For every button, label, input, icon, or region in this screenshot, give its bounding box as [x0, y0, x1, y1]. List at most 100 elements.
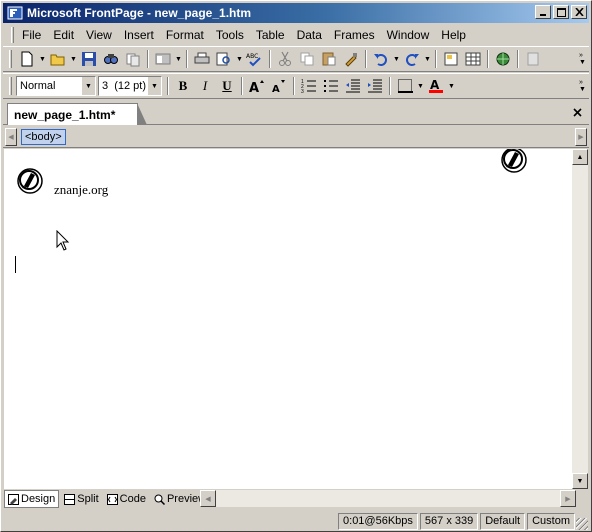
bold-button[interactable]: B — [172, 75, 194, 97]
tab-new-page-1[interactable]: new_page_1.htm* — [7, 103, 148, 125]
insert-table-icon — [465, 52, 481, 66]
menu-frames[interactable]: Frames — [328, 26, 381, 44]
title-bar[interactable]: Microsoft FrontPage - new_page_1.htm — [3, 3, 589, 23]
shrink-font-icon: A — [272, 80, 285, 94]
menu-window[interactable]: Window — [381, 26, 436, 44]
insert-component-button[interactable] — [440, 48, 462, 70]
resize-grip[interactable] — [576, 518, 588, 530]
cut-button[interactable] — [274, 48, 296, 70]
maximize-button[interactable] — [553, 5, 569, 19]
menu-format[interactable]: Format — [160, 26, 210, 44]
italic-button[interactable]: I — [194, 75, 216, 97]
menu-edit[interactable]: Edit — [47, 26, 80, 44]
tab-design[interactable]: Design — [4, 490, 60, 508]
menu-file[interactable]: File — [20, 26, 47, 44]
znanje-logo-image[interactable] — [14, 166, 46, 196]
editing-mode[interactable]: Default — [480, 512, 526, 530]
cut-icon — [279, 51, 291, 66]
increase-indent-button[interactable] — [364, 75, 386, 97]
menu-table[interactable]: Table — [250, 26, 291, 44]
borders-button[interactable] — [394, 75, 416, 97]
open-button[interactable] — [47, 48, 69, 70]
insert-table-button[interactable] — [462, 48, 484, 70]
chevron-down-icon[interactable]: ▼ — [148, 77, 161, 95]
download-time[interactable]: 0:01@56Kbps — [338, 512, 418, 530]
folder-list-button[interactable] — [152, 48, 174, 70]
save-button[interactable] — [78, 48, 100, 70]
copy-icon — [300, 52, 314, 66]
body-tag[interactable]: <body> — [21, 129, 66, 145]
search-button[interactable] — [100, 48, 122, 70]
font-color-dropdown[interactable]: ▼ — [447, 75, 456, 97]
menu-help[interactable]: Help — [435, 26, 472, 44]
scroll-down-button[interactable]: ▼ — [572, 473, 588, 489]
web-component-button[interactable] — [522, 48, 544, 70]
numbering-button[interactable]: 123 — [298, 75, 320, 97]
new-page-icon — [21, 51, 33, 67]
bullets-button[interactable] — [320, 75, 342, 97]
folder-list-dropdown[interactable]: ▼ — [174, 48, 183, 70]
undo-button[interactable] — [370, 48, 392, 70]
preview-dropdown[interactable]: ▼ — [235, 48, 244, 70]
page-dimensions[interactable]: 567 x 339 — [419, 512, 479, 530]
scroll-up-button[interactable]: ▲ — [572, 149, 588, 165]
open-dropdown[interactable]: ▼ — [69, 48, 78, 70]
menu-insert[interactable]: Insert — [118, 26, 160, 44]
print-button[interactable] — [191, 48, 213, 70]
tag-scroll-right-button[interactable]: ▶ — [575, 128, 587, 146]
spelling-button[interactable]: ABC — [244, 48, 266, 70]
menu-data[interactable]: Data — [291, 26, 328, 44]
font-color-button[interactable]: A — [425, 75, 447, 97]
new-page-button[interactable] — [16, 48, 38, 70]
redo-button[interactable] — [401, 48, 423, 70]
tab-design-label: Design — [21, 493, 56, 505]
new-page-dropdown[interactable]: ▼ — [38, 48, 47, 70]
toolbar-separator — [293, 77, 295, 95]
design-view-editor[interactable]: znanje.org — [4, 149, 572, 489]
close-document-button[interactable] — [569, 104, 585, 120]
decrease-indent-button[interactable] — [342, 75, 364, 97]
paste-button[interactable] — [318, 48, 340, 70]
grow-font-icon: A — [249, 80, 264, 94]
toolbar-options-button[interactable]: » ▼ — [578, 77, 587, 95]
copy-button[interactable] — [296, 48, 318, 70]
toolbar-separator — [517, 50, 519, 68]
tab-split[interactable]: Split — [61, 490, 101, 508]
page-layout[interactable]: Custom — [527, 512, 575, 530]
menu-tools[interactable]: Tools — [210, 26, 250, 44]
undo-dropdown[interactable]: ▼ — [392, 48, 401, 70]
publish-button[interactable] — [122, 48, 144, 70]
tag-scroll-left-button[interactable]: ◀ — [5, 128, 17, 146]
scroll-left-button[interactable]: ◀ — [200, 490, 216, 507]
underline-button[interactable]: U — [216, 75, 238, 97]
shrink-font-button[interactable]: A — [268, 75, 290, 97]
maximize-icon — [556, 7, 566, 17]
toolbar-options-button[interactable]: » ▼ — [578, 50, 587, 68]
close-window-button[interactable] — [571, 5, 587, 19]
tab-split-label: Split — [77, 493, 99, 505]
redo-dropdown[interactable]: ▼ — [423, 48, 432, 70]
menu-grip[interactable] — [11, 27, 14, 43]
toolbar-grip[interactable] — [9, 50, 12, 68]
undo-icon — [374, 54, 387, 66]
tab-code[interactable]: Code — [104, 490, 149, 508]
format-painter-button[interactable] — [340, 48, 362, 70]
grow-font-button[interactable]: A — [246, 75, 268, 97]
hyperlink-button[interactable] — [492, 48, 514, 70]
style-select[interactable]: Normal ▼ — [16, 76, 96, 96]
preview-button[interactable] — [213, 48, 235, 70]
font-size-select[interactable]: 3 (12 pt) ▼ — [98, 76, 162, 96]
document-tabs: new_page_1.htm* — [3, 101, 589, 125]
paste-icon — [322, 52, 336, 66]
scroll-right-button[interactable]: ▶ — [560, 490, 576, 507]
znanje-logo-image[interactable] — [498, 149, 530, 175]
toolbar-separator — [241, 77, 243, 95]
toolbar-grip[interactable] — [9, 77, 12, 95]
horizontal-scrollbar[interactable]: ◀ ▶ — [200, 490, 576, 507]
chevron-down-icon[interactable]: ▼ — [82, 77, 95, 95]
menu-view[interactable]: View — [80, 26, 118, 44]
view-bar: Design Split Code Preview ◀ ▶ — [4, 489, 588, 509]
minimize-button[interactable] — [535, 5, 551, 19]
borders-dropdown[interactable]: ▼ — [416, 75, 425, 97]
vertical-scrollbar[interactable]: ▲ ▼ — [572, 149, 588, 489]
